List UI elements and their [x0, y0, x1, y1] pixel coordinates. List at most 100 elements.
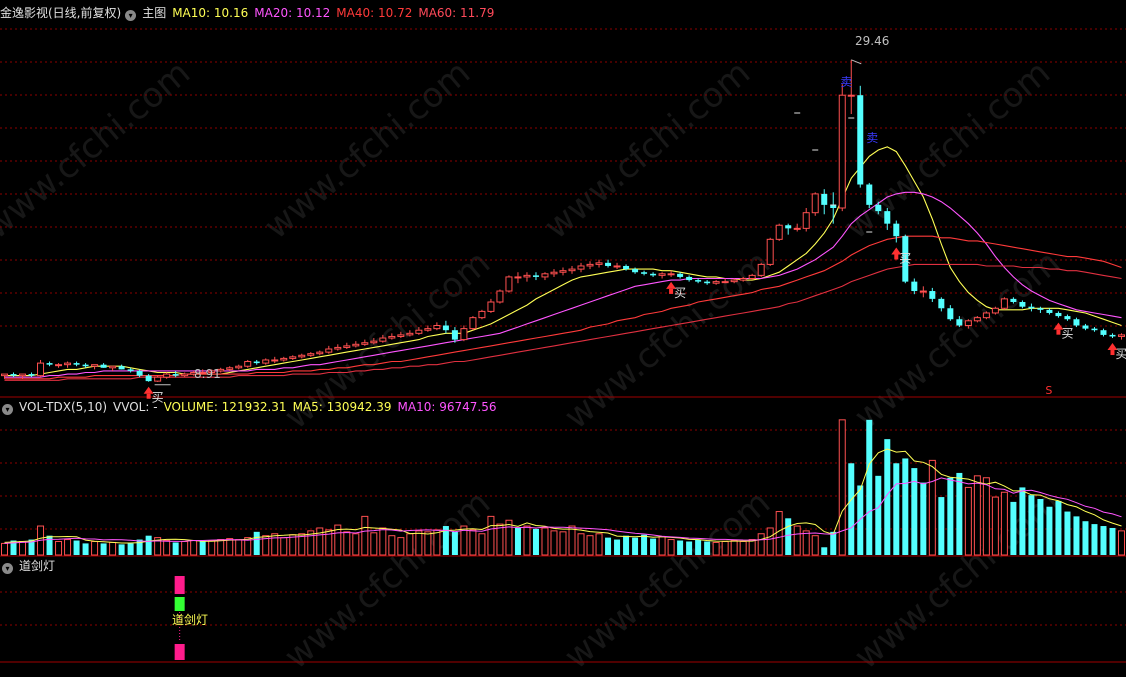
volume-bar	[667, 539, 675, 556]
volume-bar	[1037, 499, 1044, 555]
volume-bar	[451, 531, 458, 555]
volume-bar	[352, 533, 360, 556]
candle-body	[766, 238, 774, 265]
chart-canvas[interactable]: 买买买买买卖卖S	[0, 0, 1126, 665]
candle-body	[1055, 312, 1062, 317]
volume-bar	[406, 533, 414, 556]
candle-body	[163, 373, 171, 378]
volume-bar	[181, 540, 189, 556]
volume-bar	[280, 537, 288, 556]
volume-bar	[370, 532, 378, 556]
vol-ma5-legend: MA5: 130942.39	[292, 400, 392, 414]
candle-body	[154, 376, 162, 382]
volume-bar	[614, 539, 621, 555]
volume-bar	[811, 535, 819, 556]
volume-ma-line-ma5	[4, 448, 1122, 544]
volume-bar	[605, 537, 612, 555]
candle-body	[280, 357, 288, 361]
chevron-down-icon[interactable]: ▾	[2, 563, 13, 574]
buy-signal-label: 买	[1061, 327, 1073, 341]
volume-bar	[982, 477, 990, 556]
high-marker-line	[851, 59, 862, 65]
candle-body	[460, 328, 468, 341]
volume-bar	[514, 527, 521, 555]
candle-body	[361, 342, 369, 345]
ma40-legend: MA40: 10.72	[336, 6, 413, 20]
candle-body	[893, 223, 900, 237]
candle-body	[677, 273, 684, 277]
candle-body	[127, 369, 134, 371]
candle-body	[523, 274, 531, 278]
candle-body	[1091, 328, 1098, 331]
volume-bar	[145, 535, 152, 555]
candle-body	[469, 317, 477, 330]
volume-bar	[1100, 526, 1107, 555]
buy-signal-label: 买	[899, 251, 911, 265]
candle-body	[721, 281, 729, 284]
vvol-legend: VVOL: -	[113, 400, 158, 414]
volume-bar	[1010, 501, 1017, 555]
volume-bar	[1082, 521, 1089, 555]
candle-body	[532, 275, 539, 277]
volume-bar	[830, 531, 837, 555]
candle-body	[1019, 302, 1026, 307]
volume-bar	[496, 523, 504, 556]
candle-body	[289, 356, 297, 359]
candle-body	[1064, 316, 1071, 320]
candle-body	[100, 364, 107, 368]
candle-body	[343, 345, 351, 348]
volume-bar	[82, 543, 89, 555]
volume-bar	[118, 544, 125, 555]
volume-bar	[199, 541, 206, 555]
chevron-down-icon[interactable]: ▾	[2, 404, 13, 415]
candle-body	[802, 212, 810, 229]
volume-bar	[289, 534, 297, 556]
candle-body	[406, 332, 414, 336]
candle-body	[109, 365, 117, 369]
candle-body	[118, 366, 125, 370]
candle-body	[352, 343, 360, 347]
stock-title: 金逸影视(日线,前复权)	[0, 6, 122, 20]
candle-body	[605, 262, 612, 266]
volume-bar	[379, 527, 387, 556]
chevron-down-icon[interactable]: ▾	[125, 10, 137, 21]
candle-body	[686, 276, 693, 281]
candle-body	[757, 263, 765, 276]
volume-bar	[487, 515, 495, 556]
indicator-name: 道剑灯	[19, 559, 56, 573]
volume-panel-header: ▾ VOL-TDX(5,10) VVOL: - VOLUME: 121932.31 MA…	[0, 399, 502, 415]
volume-bar	[641, 534, 648, 555]
volume-bar	[1064, 511, 1071, 555]
candle-body	[415, 329, 423, 334]
candle-body	[911, 281, 918, 292]
candle-body	[514, 276, 522, 279]
volume-bar	[766, 527, 774, 556]
volume-bar	[73, 540, 80, 555]
ma60-legend: MA60: 11.79	[418, 6, 495, 20]
candle-body	[433, 325, 441, 330]
candle-body	[595, 262, 603, 265]
volume-bar	[947, 477, 954, 555]
volume-bar	[721, 540, 729, 556]
candle-body	[695, 280, 702, 282]
candle-body	[10, 374, 17, 376]
candle-body	[1028, 306, 1035, 309]
candle-body	[1, 373, 9, 377]
candle-body	[28, 374, 35, 376]
ma20-legend: MA20: 10.12	[254, 6, 331, 20]
candle-body	[262, 359, 270, 364]
volume-bar	[55, 540, 63, 556]
volume-bar	[730, 540, 738, 556]
candle-body	[559, 270, 567, 273]
candle-body	[442, 325, 449, 331]
volume-bar	[388, 535, 396, 556]
candle-body	[1010, 298, 1017, 302]
volume-bar	[802, 530, 810, 556]
candle-body	[956, 319, 963, 326]
sell-signal-label: 卖	[866, 131, 878, 145]
buy-arrow-icon	[146, 393, 151, 399]
candle-body	[947, 308, 954, 320]
volume-bar	[658, 536, 666, 556]
volume-bar	[190, 540, 198, 556]
candle-body	[1100, 330, 1107, 335]
